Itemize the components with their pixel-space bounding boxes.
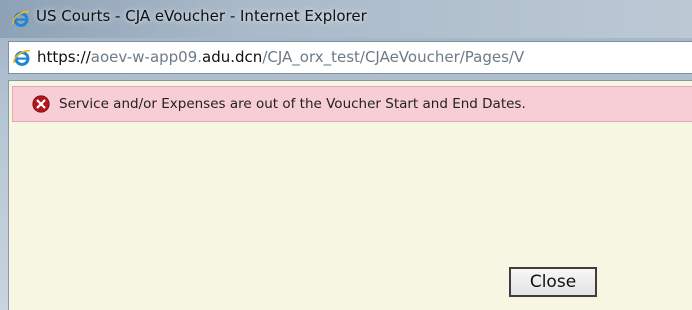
url-scheme: https://: [37, 48, 91, 66]
error-x-icon: [32, 95, 50, 113]
error-banner: Service and/or Expenses are out of the V…: [12, 86, 692, 122]
internet-explorer-icon: [12, 10, 30, 27]
browser-popup-window: US Courts - CJA eVoucher - Internet Expl…: [0, 0, 692, 310]
address-bar[interactable]: https://aoev-w-app09.adu.dcn/CJA_orx_tes…: [8, 41, 692, 74]
url-text[interactable]: https://aoev-w-app09.adu.dcn/CJA_orx_tes…: [37, 48, 524, 66]
window-title: US Courts - CJA eVoucher - Internet Expl…: [36, 7, 367, 25]
url-domain: adu.dcn: [202, 48, 263, 66]
url-path: /CJA_orx_test/CJAeVoucher/Pages/V: [262, 48, 525, 66]
error-message: Service and/or Expenses are out of the V…: [59, 96, 526, 112]
title-bar: US Courts - CJA eVoucher - Internet Expl…: [0, 0, 692, 38]
page-content: Service and/or Expenses are out of the V…: [8, 80, 692, 310]
close-button[interactable]: Close: [509, 267, 597, 297]
url-host-prefix: aoev-w-app09.: [90, 48, 203, 66]
internet-explorer-icon: [13, 49, 31, 66]
